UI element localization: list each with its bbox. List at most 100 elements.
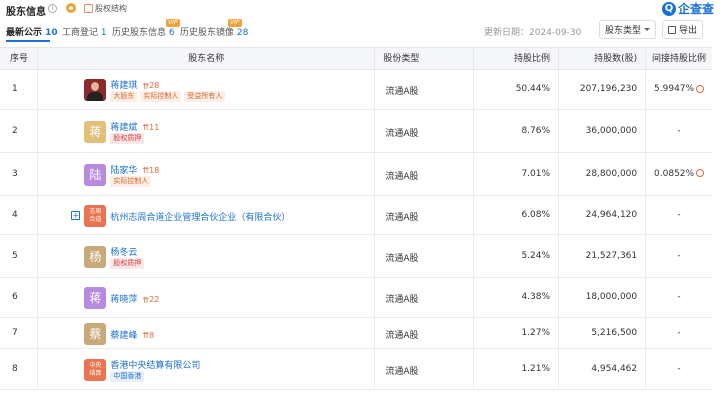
tab-history-shareholders-label: 历史股东信息 [112,28,167,38]
indirect-pct: - [646,349,712,389]
control-count: 18 [149,165,160,175]
share-type: 流通A股 [375,349,474,389]
tab-history-shareholders[interactable]: 历史股东信息 6 VIP [112,19,180,38]
header-amount: 持股数(股) [559,48,647,69]
update-date: 更新日期：2024-09-30 [484,28,582,38]
shareholder-name[interactable]: 蔡建峰 [110,331,137,341]
header-name: 股东名称 [38,48,376,69]
shareholder-name-link[interactable]: 香港中央结算有限公司 [110,358,200,371]
expand-icon[interactable]: + [71,210,81,220]
indirect-pct: - [646,318,712,348]
indirect-pct: 0.0852% [646,153,712,195]
avatar: 杨 [84,245,107,268]
tab-history-mirror-label: 历史股东镜像 [180,28,235,38]
shareholder-name[interactable]: 杭州志周合道企业管理合伙企业（有限合伙） [110,213,290,223]
export-button[interactable]: 导出 [662,20,703,39]
shareholder-name[interactable]: 杨冬云 [110,248,137,258]
holding-pct: 6.08% [474,196,560,234]
avatar: 蔡 [84,322,107,345]
tab-latest[interactable]: 最新公示 10 [6,25,58,38]
shareholder-name[interactable]: 陆家华 [110,166,137,176]
tag-list: 股权质押 [110,132,145,144]
shareholder-name-link[interactable]: 陆家华 ⇈18 [110,163,159,176]
control-count: 28 [149,81,160,90]
shareholder-name[interactable]: 蒋建琪 [110,81,137,91]
holding-pct: 1.21% [474,349,560,389]
control-badge[interactable]: ⇈8 [140,330,155,341]
holding-pct: 8.76% [474,110,560,152]
holding-pct: 7.01% [474,153,560,195]
avatar: 志周 合道 [84,204,107,227]
avatar: 蒋 [84,287,107,309]
header-no: 序号 [0,48,39,69]
share-type: 流通A股 [375,110,474,152]
control-badge[interactable]: ⇈22 [140,295,159,305]
shareholder-cell: 陆陆家华 ⇈18 实际控制人 [38,153,376,195]
equity-structure-link[interactable]: 股权结构 [84,3,127,14]
table-row: 6 蒋蒋晓萍 ⇈22 流通A股 4.38% 18,000,000- [0,278,712,318]
structure-icon [84,4,93,13]
tag: 股权质押 [110,257,145,269]
holding-pct: 5.24% [474,235,560,277]
tab-registration[interactable]: 工商登记 1 [62,25,107,38]
shareholder-name[interactable]: 香港中央结算有限公司 [110,361,200,371]
path-icon[interactable] [696,169,705,177]
tab-latest-count: 10 [45,28,58,38]
holding-amount: 24,964,120 [559,196,647,234]
holding-amount: 207,196,230 [559,70,647,109]
path-icon[interactable] [696,84,705,93]
shareholder-name-link[interactable]: 杨冬云 [110,245,137,258]
avatar: 蒋 [84,120,107,143]
row-number: 4 [0,196,39,234]
header-indirect: 间接持股比例 [652,54,707,64]
shareholder-name-link[interactable]: 蒋晓萍 ⇈22 [110,292,159,305]
tab-registration-label: 工商登记 [62,28,99,38]
holding-amount: 36,000,000 [559,110,647,152]
qichacha-logo: Q 企查查 [661,0,714,17]
tab-history-mirror[interactable]: 历史股东镜像 28 VIP [180,19,249,38]
shareholder-type-label: 股东类型 [604,26,641,36]
tag: 实际控制人 [110,175,152,187]
active-tab-indicator [6,40,50,42]
table-row: 7 蔡蔡建峰 ⇈8 流通A股 1.27% 5,216,500- [0,318,712,349]
shareholder-name-link[interactable]: 杭州志周合道企业管理合伙企业（有限合伙） [110,210,290,223]
indirect-pct: - [646,235,712,277]
shareholder-name-link[interactable]: 蒋建斌 ⇈11 [110,120,159,133]
tab-history-shareholders-count: 6 [168,28,175,38]
shareholder-type-dropdown[interactable]: 股东类型 [599,20,656,39]
vip-badge: VIP [228,19,242,27]
shareholder-name[interactable]: 蒋建斌 [110,123,137,133]
share-type: 流通A股 [375,70,474,109]
chevron-down-icon [644,28,650,31]
tab-history-mirror-count: 28 [236,28,249,38]
holding-amount: 21,527,361 [559,235,647,277]
export-icon [667,25,676,34]
avatar-face [91,82,100,91]
shareholder-name-link[interactable]: 蔡建峰 ⇈8 [110,328,154,341]
control-count: 8 [149,330,155,340]
indirect-pct-value: - [677,250,681,261]
indirect-pct: - [646,278,712,317]
control-badge[interactable]: ⇈11 [140,123,159,133]
shareholder-cell: 杨杨冬云 股权质押 [38,235,376,277]
control-badge[interactable]: ⇈18 [140,165,160,176]
control-badge[interactable]: ⇈28 [140,81,160,91]
bell-icon[interactable] [66,3,76,13]
info-icon[interactable]: i [48,4,57,13]
indirect-pct-value: - [677,363,681,374]
shareholder-name[interactable]: 蒋晓萍 [110,295,137,305]
avatar-body [87,92,104,101]
shareholder-name-link[interactable]: 蒋建琪 ⇈28 [110,78,159,91]
indirect-pct: - [646,196,712,234]
table-row: 5 杨杨冬云 股权质押 流通A股 5.24% 21,527,361- [0,235,712,278]
section-title: 股东信息 [6,7,46,18]
equity-structure-label: 股权结构 [95,4,127,13]
indirect-pct-value: - [677,292,681,302]
row-number: 1 [0,70,39,109]
table-row: 1 蒋建琪 ⇈28 大股东 实际控制人 受益所有人 流通A股 50.44% 207,196,23… [0,70,712,110]
logo-icon: Q [661,1,676,16]
share-type: 流通A股 [375,278,474,317]
tag: 股权质押 [110,132,145,144]
tag-list: 实际控制人 [110,175,152,187]
indirect-pct-value: - [677,125,681,136]
